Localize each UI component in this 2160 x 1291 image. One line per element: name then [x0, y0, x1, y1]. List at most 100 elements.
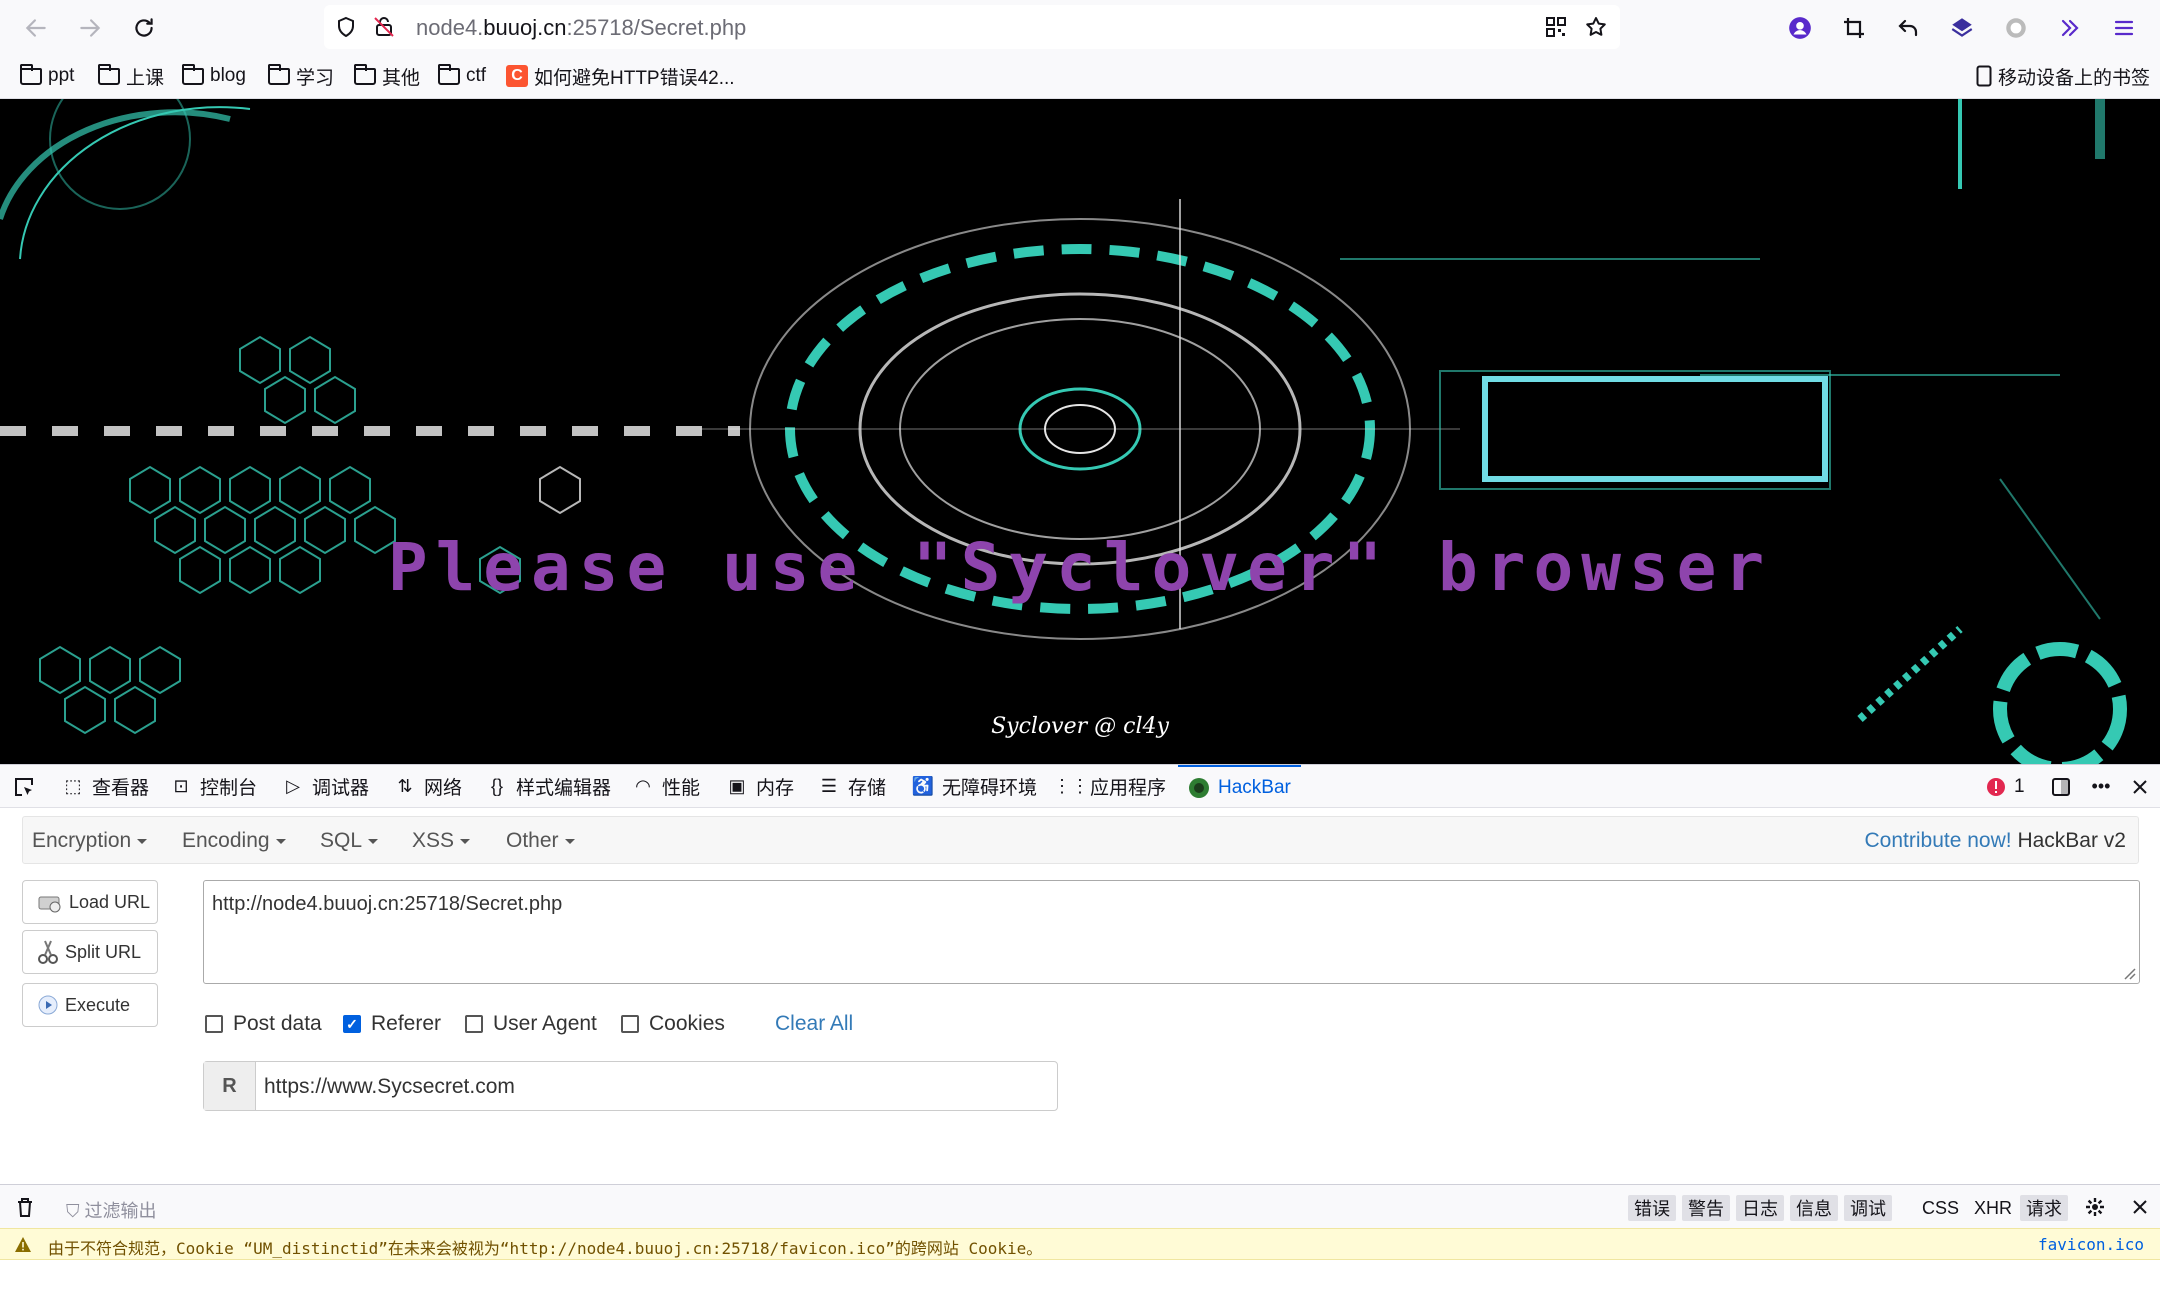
filter-debug[interactable]: 调试: [1844, 1195, 1892, 1221]
extension-circle-button[interactable]: [1998, 10, 2034, 46]
tab-console[interactable]: ⊡ 控制台: [170, 765, 257, 808]
tab-application[interactable]: ⋮⋮ 应用程序: [1053, 765, 1166, 808]
caret-down-icon: [275, 838, 286, 844]
shield-icon[interactable]: [334, 15, 358, 39]
chip-icon: ▣: [728, 776, 746, 796]
mobile-bookmarks[interactable]: 移动设备上的书签: [1976, 62, 2150, 90]
more-options-button[interactable]: •••: [2090, 765, 2112, 808]
url-text[interactable]: node4.buuoj.cn:25718/Secret.php: [416, 15, 746, 41]
back-button[interactable]: [18, 10, 54, 46]
extension-button[interactable]: [1944, 10, 1980, 46]
url-bar[interactable]: node4.buuoj.cn:25718/Secret.php: [324, 5, 1620, 49]
bookmark-label: ctf: [466, 65, 487, 86]
bookmark-blog[interactable]: blog: [182, 62, 246, 90]
tab-storage[interactable]: ☰ 存储: [818, 765, 886, 808]
undo-button[interactable]: [1890, 10, 1926, 46]
tab-hackbar[interactable]: HackBar: [1178, 765, 1301, 808]
bookmark-ppt[interactable]: ppt: [20, 62, 74, 90]
filter-requests[interactable]: 请求: [2020, 1195, 2068, 1221]
reload-button[interactable]: [126, 10, 162, 46]
caret-down-icon: [368, 838, 379, 844]
mobile-bookmarks-label: 移动设备上的书签: [1998, 67, 2151, 89]
checkbox[interactable]: [465, 1015, 483, 1033]
bookmark-star-icon[interactable]: [1584, 15, 1608, 39]
checkbox-checked[interactable]: ✓: [343, 1015, 361, 1033]
menu-other[interactable]: Other: [506, 829, 575, 853]
bookmark-study[interactable]: 学习: [268, 62, 334, 90]
bookmark-label: ppt: [48, 65, 75, 86]
qr-code-icon[interactable]: [1544, 15, 1568, 39]
filter-placeholder: 过滤输出: [84, 1201, 157, 1221]
filter-warnings[interactable]: 警告: [1682, 1195, 1730, 1221]
bookmarks-toolbar: ppt 上课 blog 学习 其他 ctf C 如何避免HTTP错误42... 移…: [0, 54, 2160, 99]
close-icon: [2133, 779, 2147, 794]
menu-xss[interactable]: XSS: [412, 829, 471, 853]
tab-debugger[interactable]: ▷ 调试器: [282, 765, 369, 808]
error-count-badge[interactable]: 1: [1986, 765, 2025, 808]
tab-label: 调试器: [312, 778, 370, 799]
bookmark-ctf[interactable]: ctf: [438, 62, 486, 90]
undo-icon: [1898, 19, 1918, 37]
close-devtools-button[interactable]: [2130, 765, 2150, 808]
referer-input[interactable]: https://www.Sycsecret.com: [264, 1075, 515, 1099]
tab-label: 无障碍环境: [942, 778, 1038, 799]
console-filter-input[interactable]: ⛉ 过滤输出: [66, 1197, 157, 1223]
split-url-button[interactable]: Split URL: [22, 930, 158, 974]
checkbox[interactable]: [205, 1015, 223, 1033]
option-user-agent[interactable]: User Agent: [465, 1012, 597, 1036]
bookmark-label: blog: [210, 65, 246, 86]
grid-icon: ⋮⋮: [1053, 776, 1089, 796]
account-button[interactable]: [1782, 10, 1818, 46]
bookmark-class[interactable]: 上课: [98, 62, 164, 90]
folder-icon: [182, 63, 204, 85]
referer-input-group: R https://www.Sycsecret.com: [203, 1061, 1058, 1111]
dock-toggle-button[interactable]: [2050, 765, 2072, 808]
option-post-data[interactable]: Post data: [205, 1012, 322, 1036]
warning-message: 由于不符合规范，Cookie “UM_distinctid”在未来会被视为“ht…: [48, 1239, 1043, 1258]
caret-down-icon: [564, 838, 575, 844]
tab-accessibility[interactable]: ♿ 无障碍环境: [912, 765, 1037, 808]
close-icon[interactable]: [2130, 1197, 2150, 1217]
contribute-link[interactable]: Contribute now!: [1865, 829, 2012, 852]
insecure-lock-icon[interactable]: [372, 15, 396, 39]
resize-handle-icon[interactable]: [2119, 963, 2137, 981]
execute-button[interactable]: Execute: [22, 983, 158, 1027]
filter-logs[interactable]: 日志: [1736, 1195, 1784, 1221]
filter-info[interactable]: 信息: [1790, 1195, 1838, 1221]
menu-sql[interactable]: SQL: [320, 829, 379, 853]
trash-icon[interactable]: [14, 1196, 36, 1218]
tab-style-editor[interactable]: {} 样式编辑器: [486, 765, 611, 808]
warning-source-link[interactable]: favicon.ico: [2038, 1235, 2144, 1254]
bookmark-other[interactable]: 其他: [354, 62, 420, 90]
crop-icon: [1844, 18, 1864, 38]
element-picker-button[interactable]: [12, 765, 36, 808]
clear-all-link[interactable]: Clear All: [775, 1012, 853, 1036]
network-icon: ⇅: [397, 776, 413, 796]
menu-encoding[interactable]: Encoding: [182, 829, 286, 853]
url-textarea[interactable]: http://node4.buuoj.cn:25718/Secret.php: [203, 880, 2140, 984]
reload-icon: [135, 18, 153, 37]
load-url-button[interactable]: Load URL: [22, 880, 158, 924]
bookmark-csdn[interactable]: C 如何避免HTTP错误42...: [506, 62, 735, 90]
tab-memory[interactable]: ▣ 内存: [726, 765, 794, 808]
tab-performance[interactable]: ◠ 性能: [632, 765, 700, 808]
option-referer[interactable]: ✓ Referer: [343, 1012, 441, 1036]
app-menu-button[interactable]: [2106, 10, 2142, 46]
bookmark-label: 上课: [126, 67, 165, 89]
filter-xhr[interactable]: XHR: [1968, 1195, 2018, 1221]
tab-network[interactable]: ⇅ 网络: [394, 765, 462, 808]
screenshot-button[interactable]: [1836, 10, 1872, 46]
gear-icon[interactable]: [2084, 1196, 2106, 1218]
overflow-extensions-button[interactable]: [2052, 10, 2088, 46]
filter-css[interactable]: CSS: [1916, 1195, 1965, 1221]
picker-icon: [15, 777, 33, 796]
url-host: buuoj.cn: [483, 15, 567, 40]
page-title: Please use "Syclover" browser: [387, 529, 1773, 606]
option-cookies[interactable]: Cookies: [621, 1012, 725, 1036]
filter-errors[interactable]: 错误: [1628, 1195, 1676, 1221]
menu-encryption[interactable]: Encryption: [32, 829, 148, 853]
checkbox[interactable]: [621, 1015, 639, 1033]
forward-button[interactable]: [72, 10, 108, 46]
tab-inspector[interactable]: ⬚ 查看器: [62, 765, 149, 808]
option-label: User Agent: [493, 1012, 597, 1035]
